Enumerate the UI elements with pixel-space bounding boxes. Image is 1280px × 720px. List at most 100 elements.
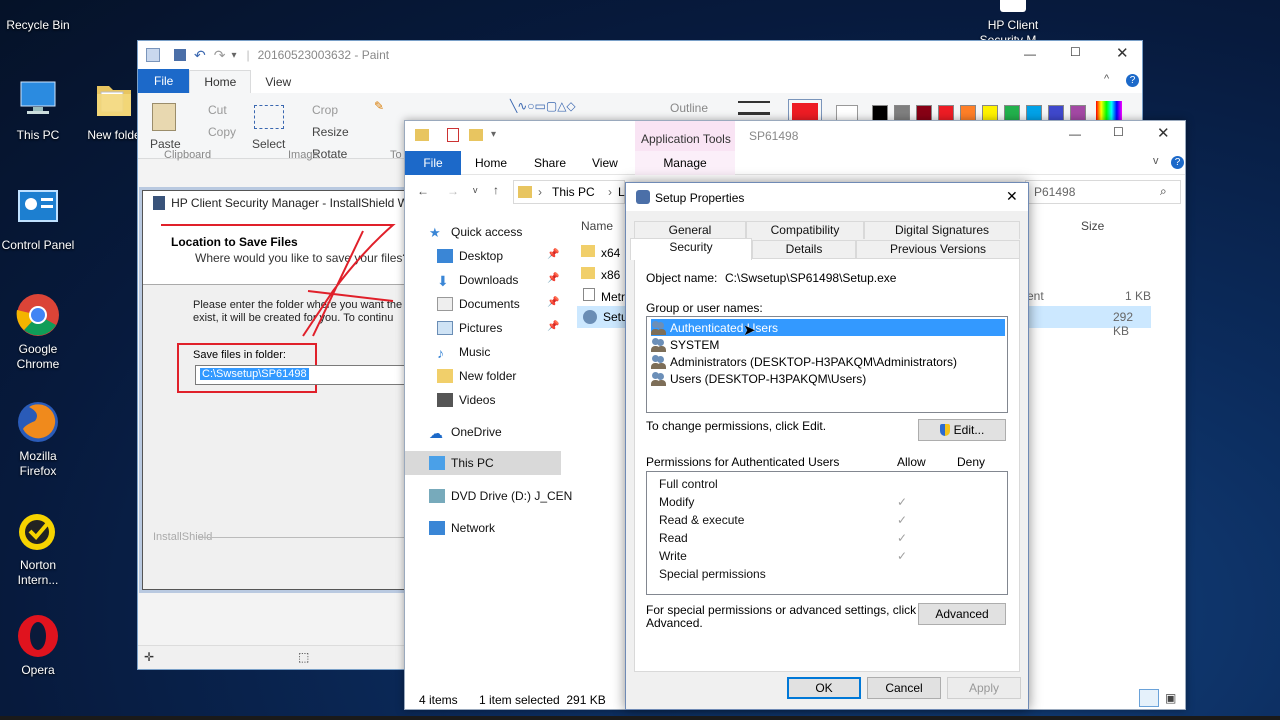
close-icon[interactable]: ✕ [1157,124,1170,142]
properties-icon[interactable] [447,128,459,142]
details-view-icon[interactable] [1139,689,1159,707]
tab-file[interactable]: File [405,151,461,175]
user-row-selected[interactable]: Authenticated Users [651,319,1005,336]
help-icon[interactable]: ? [1126,74,1139,87]
collapse-ribbon-icon[interactable]: ^ [1104,73,1109,85]
ok-button[interactable]: OK [787,677,861,699]
redo-icon[interactable]: ↷ [214,47,226,64]
tab-general[interactable]: General [634,221,746,239]
color-swatch[interactable] [982,105,998,121]
this-pc-shortcut[interactable]: This PC [0,78,76,144]
tab-view[interactable]: View [592,156,618,170]
maximize-icon[interactable]: ☐ [1113,125,1124,139]
user-row[interactable]: Administrators (DESKTOP-H3PAKQM\Administ… [651,353,961,370]
nav-quick-access[interactable]: ★ Quick access [429,221,522,243]
user-row[interactable]: Users (DESKTOP-H3PAKQM\Users) [651,370,870,387]
color-swatch[interactable] [872,105,888,121]
paste-icon[interactable] [152,103,176,131]
copy-button[interactable]: Copy [208,125,236,139]
nav-new-folder[interactable]: New folder [437,365,516,387]
pin-icon[interactable]: 📌 [547,273,559,284]
nav-desktop[interactable]: Desktop [437,245,503,267]
select-icon[interactable] [254,105,284,129]
group-user-list[interactable]: Authenticated Users SYSTEM Administrator… [646,316,1008,413]
address-bar[interactable]: › This PC › Lo [513,180,631,204]
outline-dropdown[interactable]: Outline [670,101,708,115]
new-folder-icon[interactable] [469,129,483,141]
nav-downloads[interactable]: ⬇ Downloads [437,269,518,291]
tab-home[interactable]: Home [475,156,507,170]
minimize-icon[interactable]: — [1024,47,1036,61]
color-swatch[interactable] [916,105,932,121]
color-swatch[interactable] [894,105,910,121]
maximize-icon[interactable]: ☐ [1070,45,1081,59]
nav-videos[interactable]: Videos [437,389,495,411]
up-icon[interactable]: ↑ [493,183,499,197]
nav-network[interactable]: Network [429,517,495,539]
search-box[interactable]: P61498 ⌕ [1025,180,1181,204]
column-size-header[interactable]: Size [1081,219,1104,233]
nav-onedrive[interactable]: ☁ OneDrive [429,421,502,443]
collapse-ribbon-icon[interactable]: v [1153,155,1159,167]
tab-manage[interactable]: Manage [635,151,735,175]
color-swatch[interactable] [1070,105,1086,121]
nav-pictures[interactable]: Pictures [437,317,502,339]
customize-qat-icon[interactable]: ▾ [491,129,496,140]
pencil-icon[interactable]: ✎ [374,99,384,113]
breadcrumb-this-pc[interactable]: This PC [552,185,595,199]
color-swatch[interactable] [960,105,976,121]
norton-shortcut[interactable]: Norton Intern... [0,508,76,587]
color-swatch[interactable] [1004,105,1020,121]
resize-button[interactable]: Resize [312,125,349,139]
shapes-gallery[interactable]: ╲∿○▭▢△◇ [510,99,638,115]
color-swatch[interactable] [938,105,954,121]
nav-dvd-drive[interactable]: DVD Drive (D:) J_CEN [429,485,572,507]
opera-shortcut[interactable]: Opera [0,613,76,683]
select-button[interactable]: Select [252,137,285,151]
column-name-header[interactable]: Name [581,219,613,233]
tab-compatibility[interactable]: Compatibility [746,221,864,239]
control-panel-shortcut[interactable]: Control Panel [0,188,76,266]
minimize-icon[interactable]: — [1069,127,1081,141]
undo-icon[interactable]: ↶ [194,47,206,64]
cancel-button[interactable]: Cancel [867,677,941,699]
crop-button[interactable]: Crop [312,103,338,117]
tab-details[interactable]: Details [752,240,856,258]
tab-security[interactable]: Security [630,238,752,260]
user-row[interactable]: SYSTEM [651,336,723,353]
help-icon[interactable]: ? [1171,156,1184,169]
nav-this-pc[interactable]: This PC [429,452,494,474]
color-swatch[interactable] [1026,105,1042,121]
tab-share[interactable]: Share [534,156,566,170]
hp-client-security-shortcut[interactable]: HP Client Security M... [974,0,1052,40]
recent-locations-icon[interactable]: v [473,185,478,195]
back-icon[interactable]: ← [417,184,429,198]
pin-icon[interactable]: 📌 [547,321,559,332]
pin-icon[interactable]: 📌 [547,249,559,260]
google-chrome-shortcut[interactable]: Google Chrome [0,292,76,371]
file-row[interactable]: x86 [581,267,620,287]
pin-icon[interactable]: 📌 [547,297,559,308]
tab-digital-signatures[interactable]: Digital Signatures [864,221,1020,239]
close-icon[interactable]: ✕ [1116,44,1129,62]
size-icon[interactable] [738,101,770,115]
nav-documents[interactable]: Documents [437,293,520,315]
tab-file[interactable]: File [138,69,190,93]
edit-button[interactable]: Edit... [918,419,1006,441]
cut-button[interactable]: Cut [208,103,227,117]
tab-previous-versions[interactable]: Previous Versions [856,240,1020,258]
forward-icon[interactable]: → [447,184,459,198]
nav-music[interactable]: ♪ Music [437,341,490,363]
tab-view[interactable]: View [251,71,305,93]
advanced-button[interactable]: Advanced [918,603,1006,625]
file-row[interactable]: x64 [581,245,620,265]
save-icon[interactable] [174,49,186,61]
color-swatch[interactable] [1048,105,1064,121]
apply-button[interactable]: Apply [947,677,1021,699]
customize-qat-icon[interactable]: ▾ [231,50,236,61]
mozilla-firefox-shortcut[interactable]: Mozilla Firefox [0,399,76,478]
permissions-list[interactable]: Full control Modify ✓ Read & execute ✓ R… [646,471,1008,595]
tab-home[interactable]: Home [189,70,252,93]
large-icons-view-icon[interactable]: ▣ [1165,691,1176,705]
close-icon[interactable]: ✕ [1006,188,1018,205]
